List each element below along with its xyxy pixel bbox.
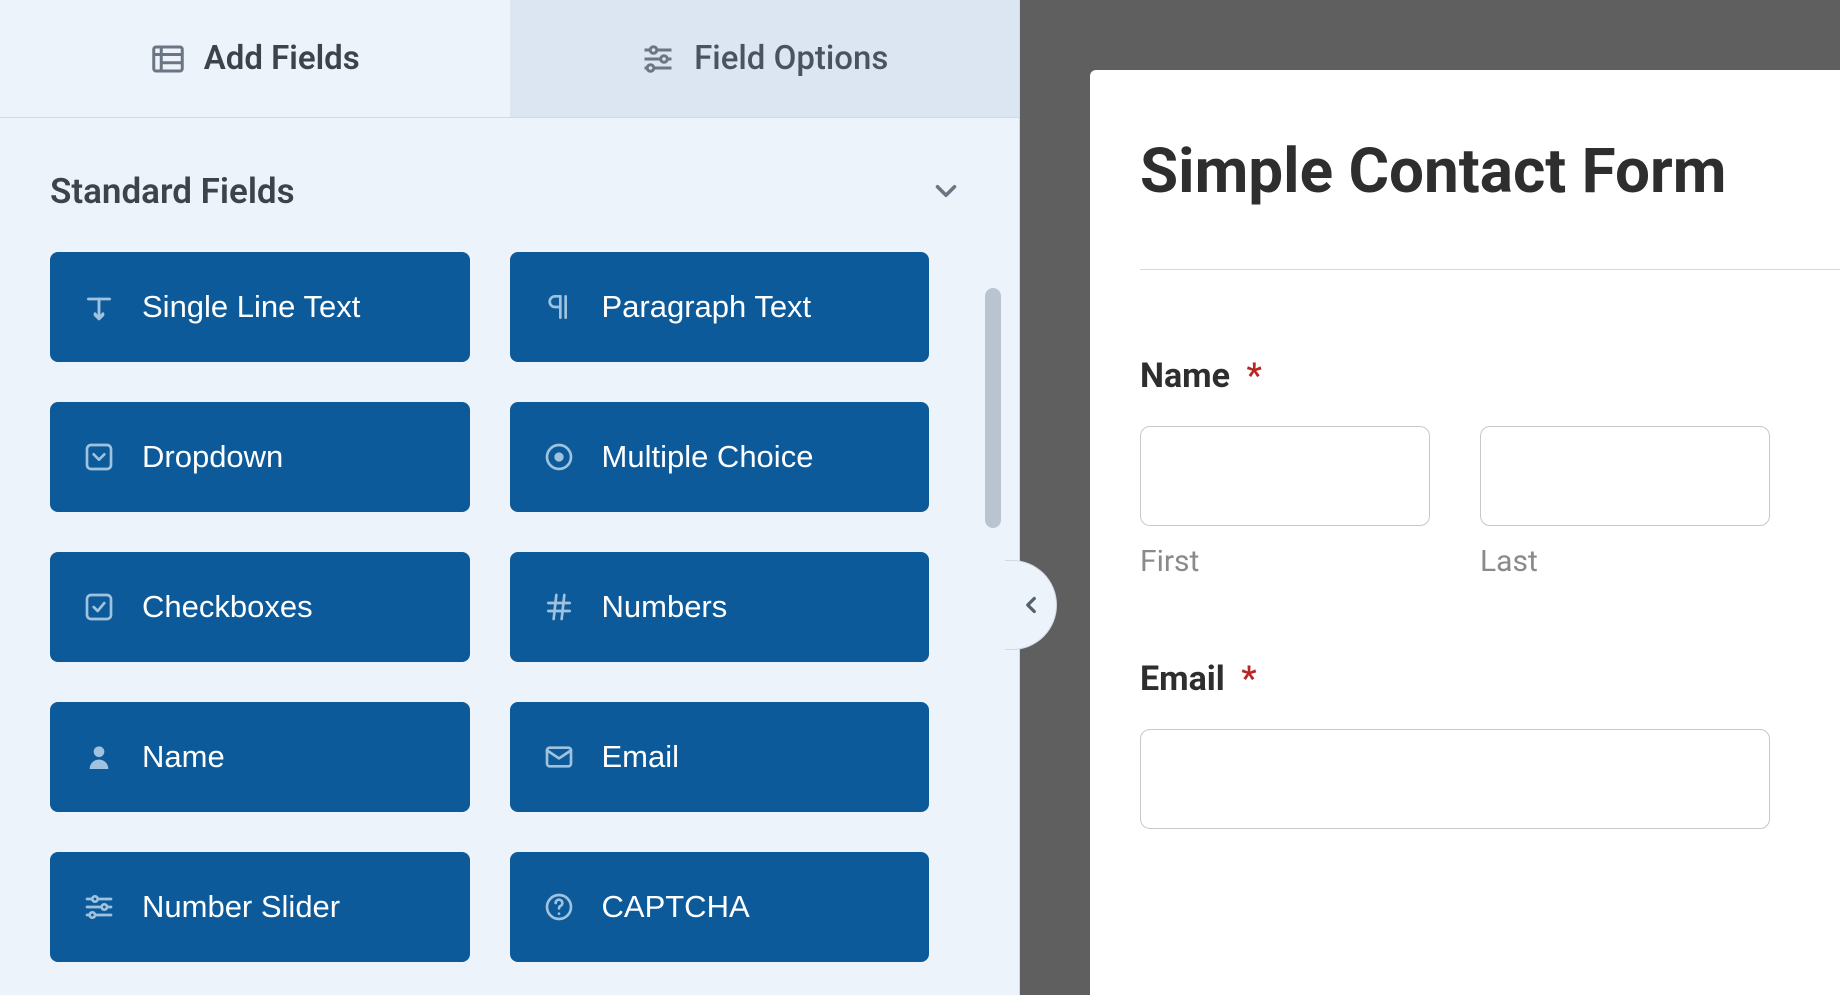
tab-options-label: Field Options xyxy=(694,39,888,78)
form-title: Simple Contact Form xyxy=(1140,136,1840,207)
section-title: Standard Fields xyxy=(50,171,295,212)
email-label-text: Email xyxy=(1140,659,1225,699)
field-label: Checkboxes xyxy=(142,589,313,625)
chevron-down-icon[interactable] xyxy=(923,168,969,214)
preview-area: Simple Contact Form Name * First Last Em… xyxy=(1020,0,1840,995)
sliders-icon xyxy=(82,890,116,924)
dropdown-icon xyxy=(82,440,116,474)
field-label: Dropdown xyxy=(142,439,283,475)
email-field-label: Email * xyxy=(1140,659,1840,699)
name-label-text: Name xyxy=(1140,356,1230,396)
tab-add-fields[interactable]: Add Fields xyxy=(0,0,510,118)
field-email[interactable]: Email xyxy=(510,702,930,812)
envelope-icon xyxy=(542,740,576,774)
user-icon xyxy=(82,740,116,774)
field-label: Single Line Text xyxy=(142,289,360,325)
first-name-col: First xyxy=(1140,426,1430,579)
hash-icon xyxy=(542,590,576,624)
sidebar-tabs: Add Fields Field Options xyxy=(0,0,1019,118)
sliders-icon xyxy=(640,41,676,77)
field-paragraph-text[interactable]: Paragraph Text xyxy=(510,252,930,362)
last-name-input[interactable] xyxy=(1480,426,1770,526)
section-header[interactable]: Standard Fields xyxy=(50,168,969,214)
field-single-line-text[interactable]: Single Line Text xyxy=(50,252,470,362)
fields-panel: Standard Fields Single Line Text Paragrap… xyxy=(0,118,1019,995)
field-captcha[interactable]: CAPTCHA xyxy=(510,852,930,962)
field-dropdown[interactable]: Dropdown xyxy=(50,402,470,512)
text-cursor-icon xyxy=(82,290,116,324)
field-number-slider[interactable]: Number Slider xyxy=(50,852,470,962)
field-label: CAPTCHA xyxy=(602,889,750,925)
field-label: Paragraph Text xyxy=(602,289,812,325)
chevron-left-icon xyxy=(1018,592,1044,618)
field-label: Multiple Choice xyxy=(602,439,814,475)
list-icon xyxy=(150,41,186,77)
question-icon xyxy=(542,890,576,924)
required-marker: * xyxy=(1246,356,1261,396)
field-label: Number Slider xyxy=(142,889,340,925)
tab-add-label: Add Fields xyxy=(204,39,360,78)
field-multiple-choice[interactable]: Multiple Choice xyxy=(510,402,930,512)
first-name-input[interactable] xyxy=(1140,426,1430,526)
first-sublabel: First xyxy=(1140,544,1430,579)
pilcrow-icon xyxy=(542,290,576,324)
sidebar: Add Fields Field Options Standard Fields xyxy=(0,0,1020,995)
field-label: Email xyxy=(602,739,680,775)
field-label: Name xyxy=(142,739,225,775)
check-square-icon xyxy=(82,590,116,624)
last-sublabel: Last xyxy=(1480,544,1770,579)
field-grid: Single Line Text Paragraph Text Dropdown Mu… xyxy=(50,252,969,962)
form-preview: Simple Contact Form Name * First Last Em… xyxy=(1090,70,1840,995)
field-name[interactable]: Name xyxy=(50,702,470,812)
scrollbar-thumb[interactable] xyxy=(985,288,1001,528)
field-numbers[interactable]: Numbers xyxy=(510,552,930,662)
email-input[interactable] xyxy=(1140,729,1770,829)
name-row: First Last xyxy=(1140,426,1840,579)
last-name-col: Last xyxy=(1480,426,1770,579)
name-field-label: Name * xyxy=(1140,356,1840,396)
radio-icon xyxy=(542,440,576,474)
app-root: Add Fields Field Options Standard Fields xyxy=(0,0,1840,995)
required-marker: * xyxy=(1241,659,1256,699)
tab-field-options[interactable]: Field Options xyxy=(510,0,1020,118)
divider xyxy=(1140,269,1840,270)
field-checkboxes[interactable]: Checkboxes xyxy=(50,552,470,662)
field-label: Numbers xyxy=(602,589,728,625)
